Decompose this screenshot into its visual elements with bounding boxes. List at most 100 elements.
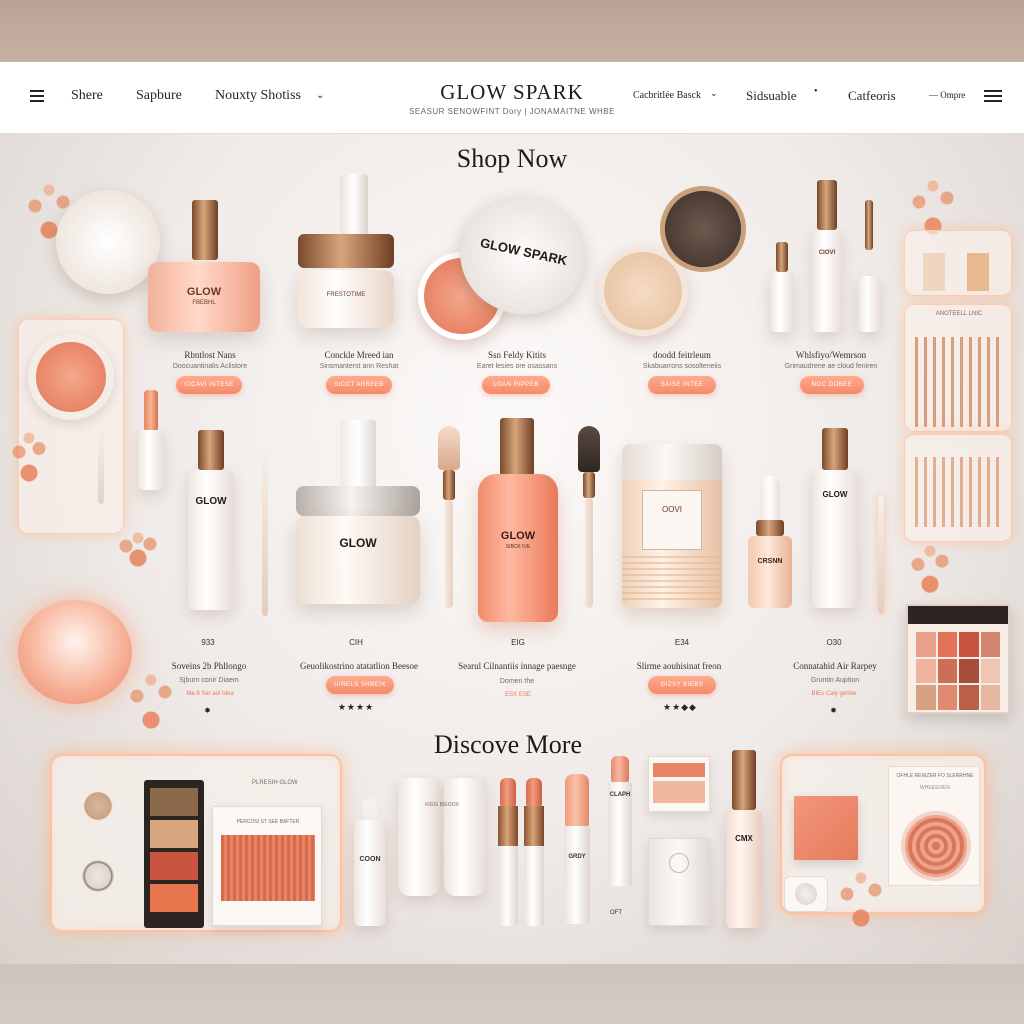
card-sub: WHEESIXEN <box>919 785 950 791</box>
lipstick-tall[interactable]: CLAPH <box>608 756 632 886</box>
glow-tall-bottle[interactable]: GLOW <box>188 430 234 610</box>
makeup-brush[interactable] <box>438 426 460 608</box>
shade[interactable] <box>980 632 1000 657</box>
serum-bottle[interactable] <box>136 390 166 490</box>
makeup-brush[interactable] <box>576 426 602 608</box>
shade[interactable] <box>980 658 1000 684</box>
nav-item-sapbure[interactable]: Sapbure <box>136 88 182 104</box>
shade[interactable] <box>916 685 936 710</box>
menu-icon[interactable] <box>984 90 1002 102</box>
add-to-cart-button[interactable]: UIRELS SHBEIX <box>326 676 394 694</box>
price: 933 <box>201 638 215 647</box>
add-to-cart-button[interactable]: LOAN RIPPEB <box>482 376 550 394</box>
card-title: OFHLE RENIZER FO SLERRHNE <box>896 773 974 779</box>
chevron-down-icon[interactable]: ⌄ <box>316 90 324 101</box>
product-name: doodd feitrleum <box>653 350 711 360</box>
card-title: PERCOSI ST SEE BAFTER <box>236 819 300 825</box>
tall-bottle[interactable]: CIOVI <box>812 180 842 332</box>
product-sub: Sjburn conir Diaem <box>179 677 239 684</box>
glow-jar-large[interactable]: GLOW <box>296 486 420 606</box>
swatch[interactable] <box>967 253 989 291</box>
nav-item-sidsuable[interactable]: Sidsuable <box>746 88 797 104</box>
coral-decoration <box>4 424 54 494</box>
product-name: Conckle Mreed ian <box>324 350 394 360</box>
lip-gloss[interactable]: GRDY <box>564 774 590 924</box>
add-to-cart-button[interactable]: CICAVI INTESE <box>176 376 242 394</box>
cream-jar[interactable]: FRESTOTIME <box>298 234 394 330</box>
applicator-stick <box>262 446 268 616</box>
nav-item-nouxty[interactable]: Nouxty Shotiss <box>215 88 301 104</box>
square-jar[interactable]: OOVI <box>622 444 722 608</box>
blush-compact[interactable] <box>28 334 114 420</box>
swatch-panel <box>904 230 1012 296</box>
loose-powder[interactable] <box>82 790 114 822</box>
cream-tubes[interactable]: FIGIS BIEOOX <box>398 778 486 898</box>
glow-pump-bottle[interactable]: GLOW SIBCK IVE <box>478 474 558 622</box>
lipstick[interactable] <box>524 778 544 926</box>
shade[interactable] <box>959 685 979 710</box>
palette-showcase-panel: PLRESIH GLOW PERCOSI ST SEE BAFTER <box>50 754 342 932</box>
swatch[interactable] <box>923 253 945 291</box>
mirror-compact[interactable] <box>82 860 114 892</box>
add-to-cart-button[interactable]: GIZSY BIEBS <box>648 676 716 694</box>
pump-top <box>340 420 376 490</box>
add-to-cart-button[interactable]: SAISE INTEE <box>648 376 716 394</box>
panel-title: ANOTEELL LNIC <box>935 311 983 317</box>
cream-jar-label: FRESTOTIME <box>326 292 366 298</box>
serum-bottle[interactable]: COON <box>354 798 386 926</box>
rating-text: Ma 6 Ser aol Idea <box>186 691 234 697</box>
dropper-label: CRSNN <box>757 558 783 565</box>
product-name: Searul Cilnantiis innage paesnge <box>458 661 576 671</box>
nav-item-shere[interactable]: Shere <box>71 88 103 104</box>
shade[interactable] <box>937 658 957 684</box>
product-box[interactable] <box>648 838 710 926</box>
add-to-cart-button[interactable]: SICCT ARBEEB <box>326 376 392 394</box>
nav-item-cacbritlee[interactable]: Cacbritlée Basck <box>633 90 701 101</box>
blush-palette-card[interactable]: PERCOSI ST SEE BAFTER <box>212 806 322 926</box>
shade[interactable] <box>916 658 936 684</box>
nav-item-catfeoris[interactable]: Catfeoris <box>848 88 896 104</box>
brand-logo[interactable]: GLOW SPARK SEASUR SENOWFINT Dory | JONAM… <box>392 80 632 116</box>
menu-icon[interactable] <box>30 90 44 102</box>
shade[interactable] <box>916 632 936 657</box>
brush-panel: ANOTEELL LNIC <box>904 304 1012 432</box>
shade[interactable] <box>937 632 957 657</box>
blush-swatch-card[interactable] <box>648 756 710 812</box>
chevron-down-icon[interactable]: ⌄ <box>710 88 718 99</box>
jar-label: OOVI <box>661 505 682 514</box>
price: CIH <box>349 638 363 647</box>
slim-bottle[interactable] <box>858 200 880 332</box>
page-footer-band <box>0 964 1024 1024</box>
glow-tall-bottle-right[interactable]: GLOW <box>812 428 858 608</box>
nav-item-ompre[interactable]: — Ompre <box>929 90 965 100</box>
dropper-bottle[interactable]: CRSNN <box>748 476 792 608</box>
price: O30 <box>826 638 842 647</box>
glow-jar[interactable]: GLOW FBEBHL <box>148 262 260 332</box>
pump-top <box>340 174 368 236</box>
brush-set-graphic <box>915 337 1003 427</box>
shade[interactable] <box>959 632 979 657</box>
blush-pan <box>221 835 315 901</box>
shade[interactable] <box>937 685 957 710</box>
shop-now-title: Shop Now <box>456 144 568 173</box>
lipstick-label: CLAPH <box>609 792 631 798</box>
star-rating: ★★◆◆ <box>663 702 697 712</box>
mini-compact[interactable] <box>784 876 828 912</box>
blush-square[interactable] <box>794 796 858 860</box>
top-navigation-bar: Shere Sapbure Nouxty Shotiss ⌄ GLOW SPAR… <box>0 62 1024 134</box>
glow-pump-bottle-small[interactable]: CMX <box>726 750 762 928</box>
blush-card[interactable]: OFHLE RENIZER FO SLERRHNE WHEESIXEN <box>888 766 980 886</box>
eyeshadow-quad[interactable] <box>144 780 204 928</box>
shade[interactable] <box>980 685 1000 710</box>
lipstick[interactable] <box>498 778 518 926</box>
add-to-cart-button[interactable]: NOC DOBEE <box>800 376 864 394</box>
pump-top <box>500 418 534 476</box>
bottle-label: GLOW <box>500 530 536 542</box>
serum-bottle[interactable] <box>770 242 794 332</box>
shade[interactable] <box>959 658 979 684</box>
eyeshadow-palette[interactable] <box>906 604 1010 714</box>
gloss-label: GRDY <box>568 854 586 860</box>
product-name: Whlsfiyo/Wemrson <box>795 350 867 360</box>
bottle-label: COON <box>359 856 381 863</box>
compact-mirror[interactable] <box>56 190 160 294</box>
